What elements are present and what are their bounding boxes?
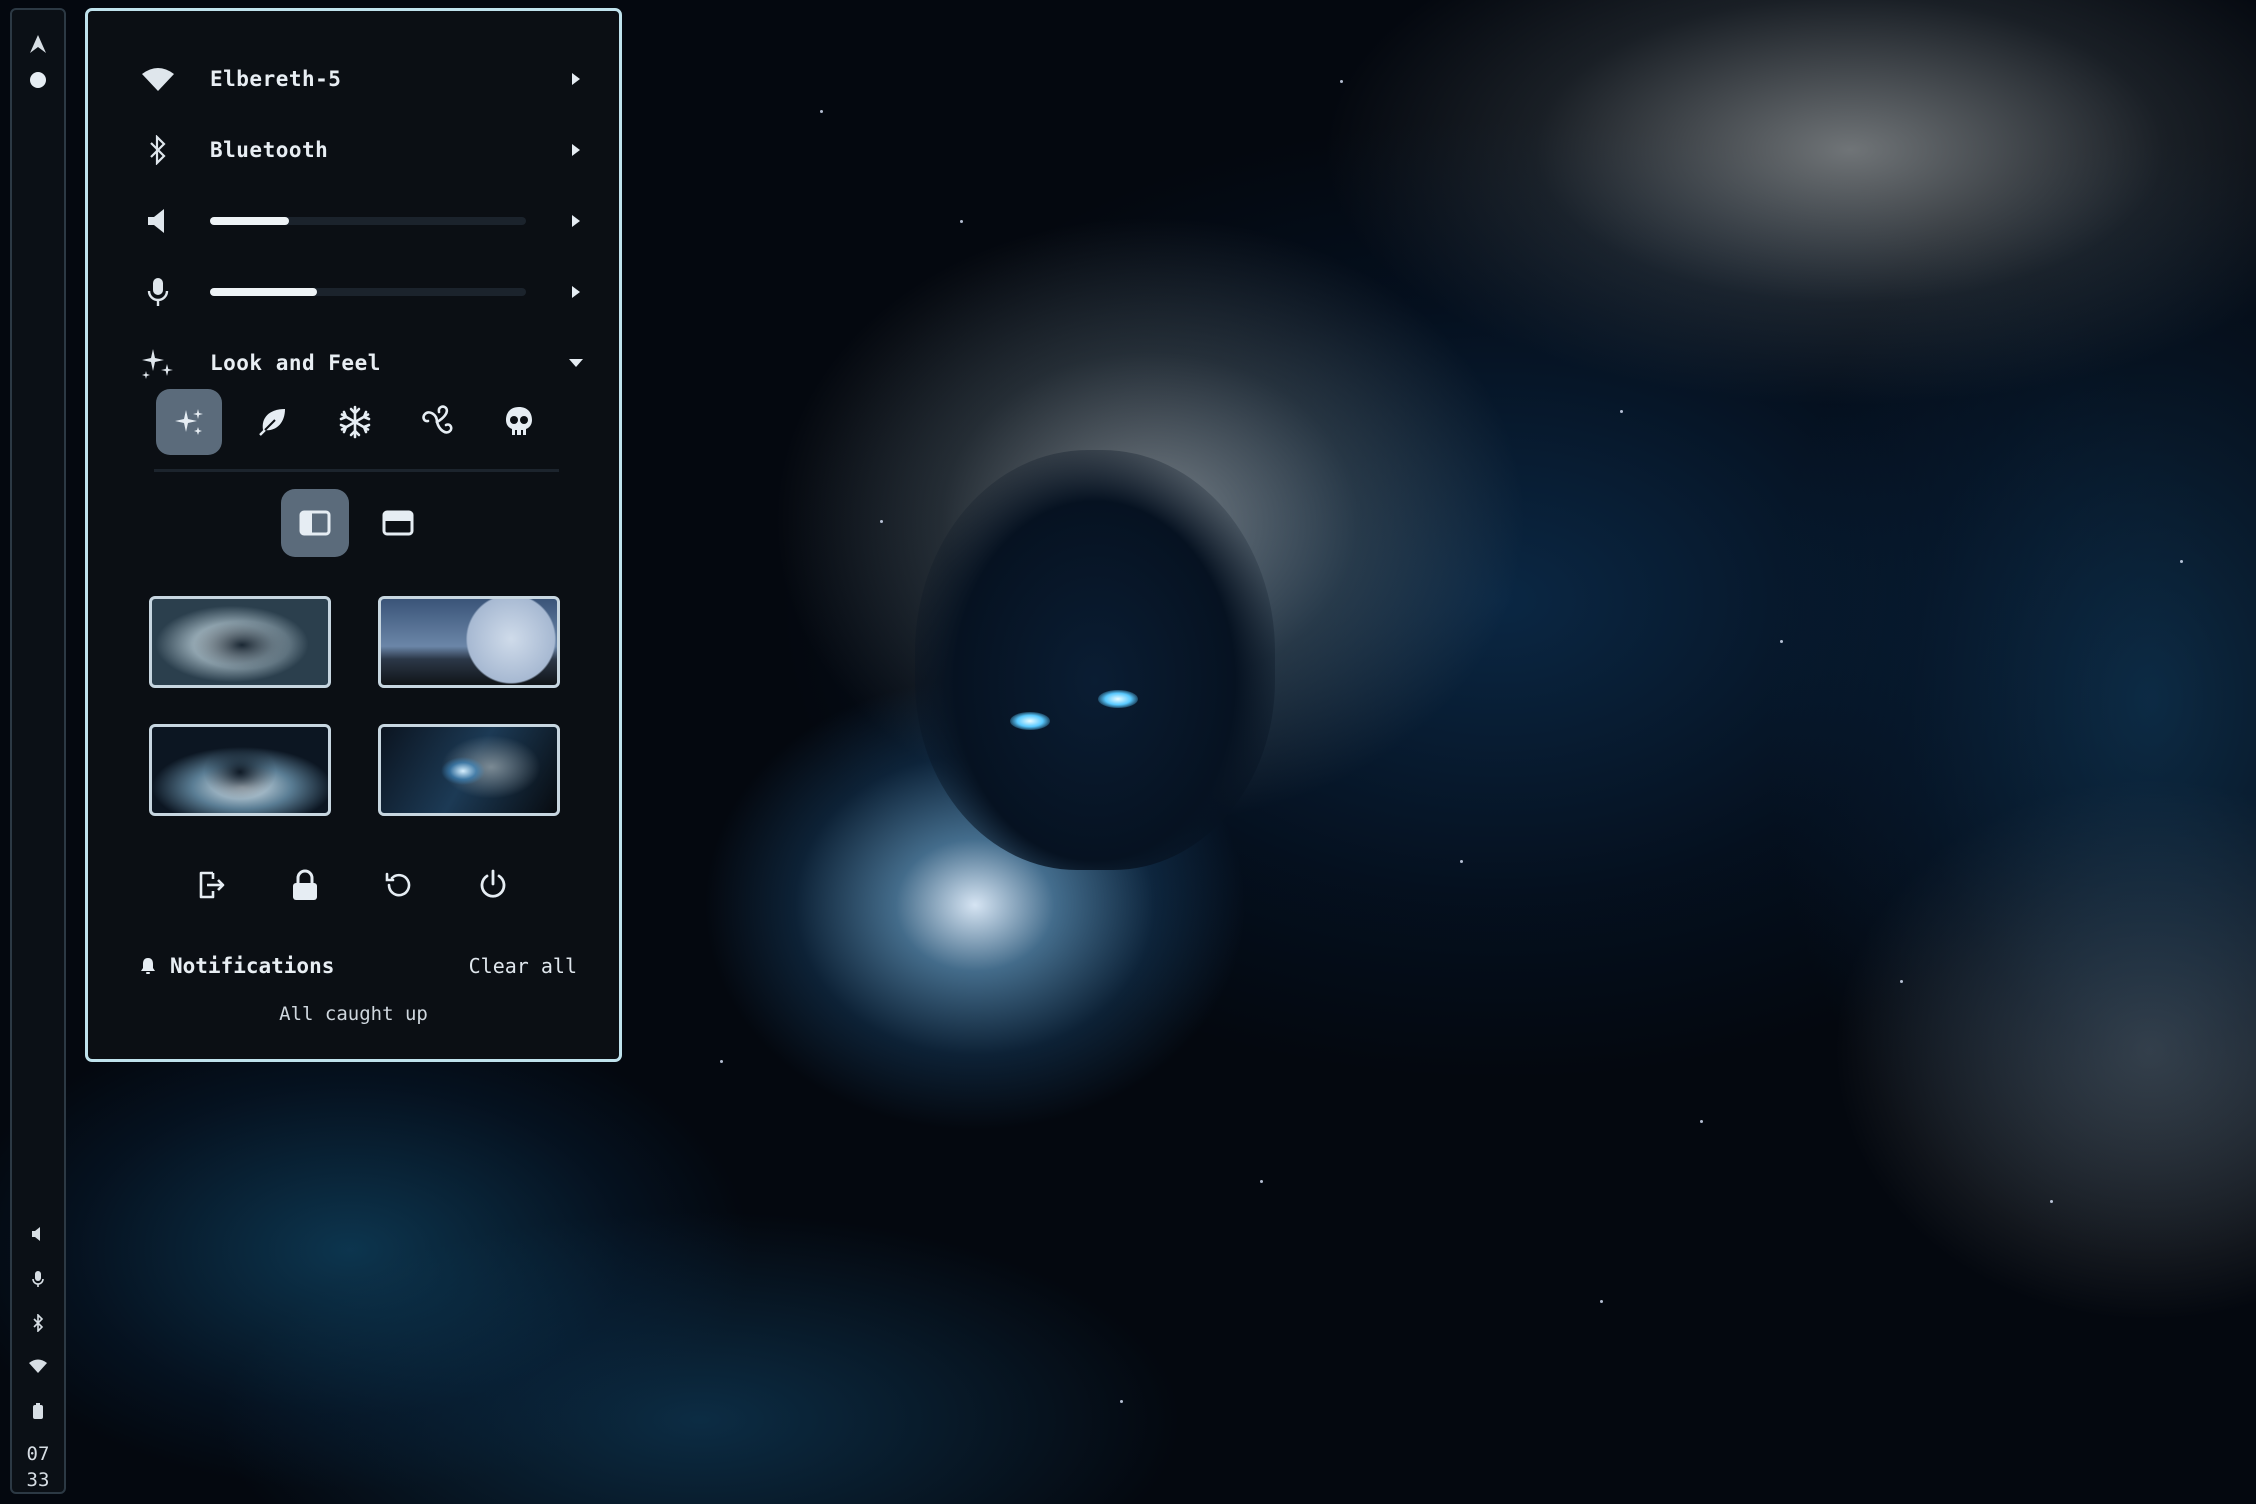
lock-icon [293,869,317,900]
notifications-empty-text: All caught up [279,1003,428,1025]
bluetooth-icon [140,132,176,168]
quick-settings-panel: Elbereth-5 Bluetooth Look and Feel Notif… [85,8,622,1062]
wallpaper-figure [915,450,1275,870]
chevron-down-icon[interactable] [566,353,586,373]
microphone-slider-fill [210,288,318,296]
wallpaper-thumb-4[interactable] [378,724,560,816]
wallpaper-eye-left [1010,712,1050,730]
section-divider [154,469,559,472]
side-bar: 07 33 [10,8,66,1494]
volume-slider-fill [210,217,289,225]
theme-skull-button[interactable] [486,389,552,455]
clock-hour: 07 [26,1443,50,1465]
lock-button[interactable] [283,863,327,907]
chevron-right-icon[interactable] [566,140,586,160]
volume-slider[interactable] [210,217,526,225]
speaker-icon[interactable] [12,1226,64,1248]
bluetooth-row[interactable]: Bluetooth [88,120,619,180]
notifications-header: Notifications [140,954,334,980]
wallpaper-eye-right [1098,690,1138,708]
microphone-icon[interactable] [140,274,176,310]
wifi-icon [140,61,176,97]
wallpaper-thumb-2[interactable] [378,596,560,688]
leaf-icon [259,409,285,436]
microphone-icon[interactable] [12,1270,64,1294]
workspace-indicator[interactable] [30,72,46,88]
microphone-row [88,262,619,322]
volume-row [88,191,619,251]
microphone-slider[interactable] [210,288,526,296]
topbar-layout-icon [382,510,414,536]
restart-icon [385,872,411,897]
clear-all-button[interactable]: Clear all [469,954,577,978]
power-button[interactable] [471,863,515,907]
skull-icon [506,407,532,435]
look-and-feel-row[interactable]: Look and Feel [88,333,619,393]
logout-icon [199,871,225,899]
triskelion-icon [422,405,453,434]
wifi-row[interactable]: Elbereth-5 [88,49,619,109]
logout-button[interactable] [189,863,233,907]
theme-triskelion-button[interactable] [404,389,470,455]
arch-logo-icon[interactable] [12,34,64,60]
theme-selector [156,389,566,459]
wallpaper-thumb-3[interactable] [149,724,331,816]
look-and-feel-label: Look and Feel [210,351,381,375]
theme-snowflake-button[interactable] [322,389,388,455]
chevron-right-icon[interactable] [566,282,586,302]
snowflake-icon [339,405,371,439]
sparkles-icon [175,409,203,435]
theme-leaf-button[interactable] [240,389,306,455]
theme-sparkles-button[interactable] [156,389,222,455]
bluetooth-label: Bluetooth [210,138,329,162]
layout-sidebar-button[interactable] [281,489,349,557]
wifi-network-label: Elbereth-5 [210,67,342,91]
notifications-title: Notifications [170,954,335,978]
layout-topbar-button[interactable] [364,489,432,557]
chevron-right-icon[interactable] [566,69,586,89]
clock-minute: 33 [26,1469,50,1491]
bell-icon [140,956,158,980]
chevron-right-icon[interactable] [566,211,586,231]
battery-icon[interactable] [12,1402,64,1426]
wifi-icon[interactable] [12,1358,64,1380]
wallpaper-thumb-1[interactable] [149,596,331,688]
sidebar-layout-icon [299,510,331,536]
speaker-icon[interactable] [140,203,176,239]
restart-button[interactable] [376,863,420,907]
power-icon [480,869,506,898]
sparkles-icon [140,345,176,381]
bluetooth-icon[interactable] [12,1313,64,1338]
